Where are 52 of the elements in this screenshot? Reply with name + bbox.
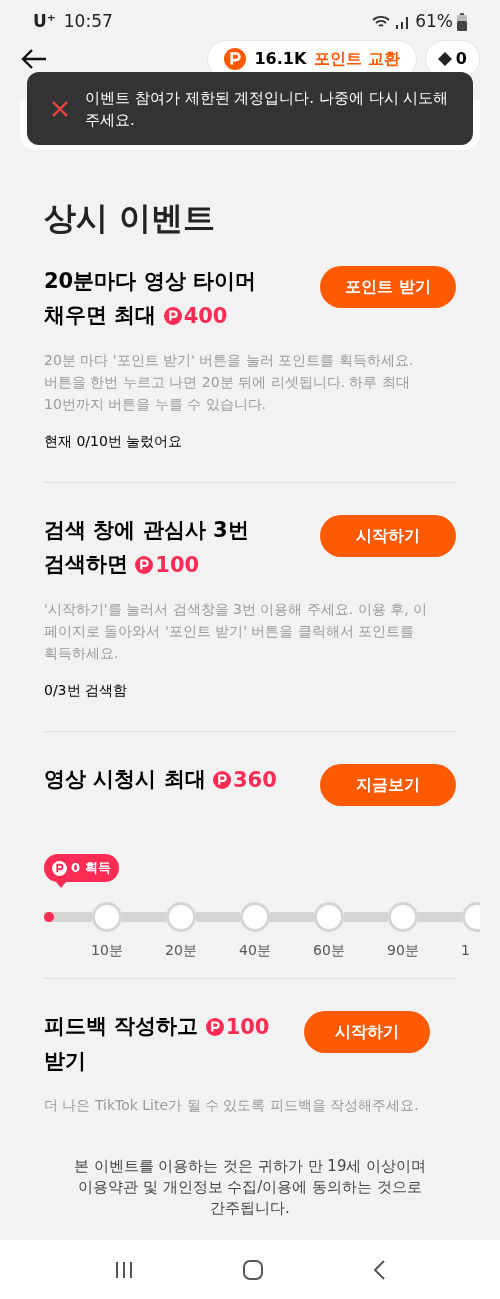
milestone-label: 1 (461, 941, 470, 960)
recent-apps-icon[interactable] (114, 1259, 134, 1280)
milestone-label: 40분 (239, 941, 271, 960)
battery-icon (457, 13, 467, 31)
terms-note: 본 이벤트를 이용하는 것은 귀하가 만 19세 이상이며 이용약관 및 개인정보 수집/이용에 동의하는 것으로 간주됩니다. (72, 1156, 428, 1219)
back-arrow-icon[interactable] (20, 48, 48, 70)
section-title: 상시 이벤트 (44, 198, 217, 239)
milestone-label: 20분 (165, 941, 197, 960)
event-button[interactable]: 지금보기 (320, 764, 456, 806)
event-button[interactable]: 시작하기 (304, 1011, 430, 1053)
event-title: 검색 창에 관심사 3번 검색하면 100 (44, 517, 250, 579)
home-icon[interactable] (242, 1258, 264, 1281)
ticket-count: 0 (455, 48, 467, 70)
point-icon (212, 771, 231, 789)
event-description: '시작하기'를 눌러서 검색창을 3번 이용해 주세요. 이용 후, 이 페이지로 돌아와서 '포인트 받기' 버튼을 클릭해서 포인트를 획득하세요. (44, 600, 429, 663)
battery-percent: 61% (415, 10, 453, 34)
point-icon (135, 556, 154, 574)
progress-track-segment (344, 912, 388, 922)
progress-track-segment (270, 912, 314, 922)
event-status: 현재 0/10번 눌렀어요 (44, 432, 184, 451)
milestone-node (388, 902, 418, 932)
progress-track-segment (418, 912, 462, 922)
wifi-icon (371, 14, 392, 30)
event-status: 0/3번 검색함 (44, 681, 128, 700)
point-icon (224, 48, 247, 70)
progress-track-segment (122, 912, 166, 922)
milestone-node (166, 902, 196, 932)
event-button[interactable]: 포인트 받기 (320, 266, 456, 308)
point-icon (205, 1018, 224, 1036)
toast-message: 이벤트 참여가 제한된 계정입니다. 나중에 다시 시도해 주세요. (85, 87, 449, 131)
points-balance: 16.1K (254, 48, 307, 70)
milestone-label: 90분 (387, 941, 419, 960)
event-button[interactable]: 시작하기 (320, 515, 456, 557)
milestone-node (240, 902, 270, 932)
event-title: 20분마다 영상 타이머 채우면 최대 400 (44, 268, 257, 330)
milestone-label: 10분 (91, 941, 123, 960)
points-earned-badge: 0 획득 (44, 854, 119, 882)
clock: 10:57 (63, 10, 113, 34)
milestone-label: 60분 (313, 941, 345, 960)
badge-pointer-icon (56, 882, 66, 888)
point-icon (163, 307, 182, 325)
event-description: 20분 마다 '포인트 받기' 버튼을 눌러 포인트를 획득하세요. 버튼을 한번 누르고 나면 20분 뒤에 리셋됩니다. 하루 최대 10번까지 버튼을 누를 수 있습니다. (44, 351, 415, 414)
progress-track-segment (196, 912, 240, 922)
event-title: 피드백 작성하고 100 받기 (44, 1013, 271, 1075)
milestone-node (314, 902, 344, 932)
exchange-link[interactable]: 포인트 교환 (314, 47, 400, 71)
point-icon (52, 860, 67, 876)
event-title: 영상 시청시 최대 360 (44, 766, 278, 794)
event-description: 더 나은 TikTok Lite가 될 수 있도록 피드백을 작성해주세요. (44, 1096, 420, 1115)
close-icon[interactable] (51, 99, 69, 118)
carrier-label: U⁺ (33, 10, 56, 34)
back-icon[interactable] (372, 1258, 386, 1281)
